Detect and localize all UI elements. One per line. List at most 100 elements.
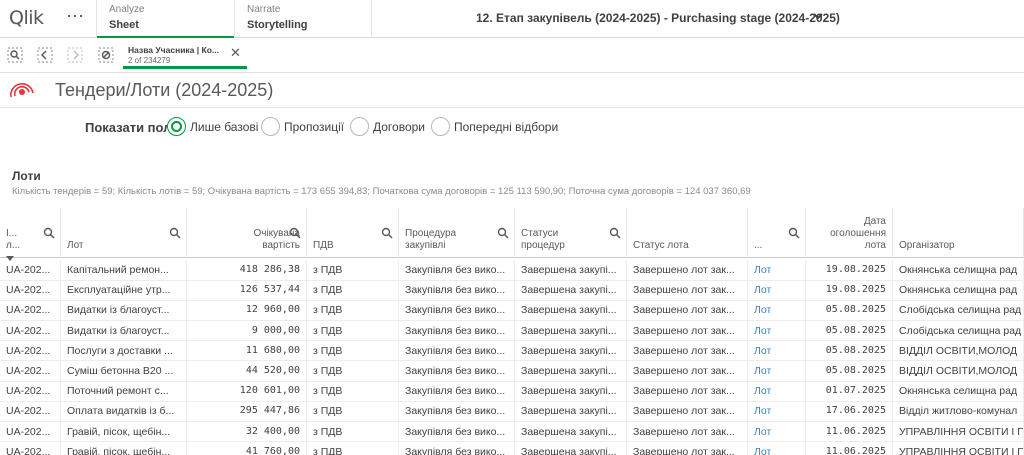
column-header-lot[interactable]: Лот	[61, 208, 187, 258]
cell-expected-value: 120 601,00	[187, 381, 307, 402]
cell-organizer: Слобідська селищна рад	[893, 300, 1024, 321]
cell-vat: з ПДВ	[307, 401, 399, 422]
qlik-logo-text: Qlik	[9, 7, 44, 29]
cell-announcement-date: 05.08.2025	[806, 320, 893, 341]
column-header-label: І... л...	[6, 228, 21, 251]
close-icon[interactable]: ✕	[230, 45, 241, 61]
column-header-lot-status[interactable]: Статус лота	[627, 208, 748, 258]
table-row[interactable]: UA-202... Оплата видатків із б... 295 447,…	[0, 401, 1024, 422]
cell-organizer: Окнянська селищна рад	[893, 260, 1024, 280]
smart-search-icon[interactable]	[7, 47, 23, 63]
table-row[interactable]: UA-202... Експлуатаційне утр... 126 537,44…	[0, 280, 1024, 301]
chevron-down-icon[interactable]	[812, 10, 824, 22]
cell-lot-link[interactable]: Лот	[748, 361, 806, 381]
search-icon[interactable]	[43, 227, 55, 239]
more-dots-icon[interactable]: ⋯	[66, 6, 85, 27]
cell-lot: Експлуатаційне утр...	[61, 280, 187, 301]
cell-procedure: Закупівля без вико...	[399, 381, 515, 402]
cell-procedure: Закупівля без вико...	[399, 280, 515, 301]
cell-procedure-status: Завершена закупі...	[515, 361, 627, 381]
qlik-logo[interactable]: Qlik	[9, 6, 57, 30]
tab-analyze-sheet[interactable]: Analyze Sheet	[96, 0, 235, 39]
cell-lot-link[interactable]: Лот	[748, 441, 806, 455]
cell-tender-id: UA-202...	[0, 401, 61, 422]
table-row[interactable]: UA-202... Гравій, пісок, щебін... 41 760,0…	[0, 441, 1024, 455]
cell-procedure: Закупівля без вико...	[399, 320, 515, 341]
cell-lot-link[interactable]: Лот	[748, 381, 806, 402]
cell-vat: з ПДВ	[307, 361, 399, 381]
table-row[interactable]: UA-202... Суміш бетонна В20 ... 44 520,00 з…	[0, 361, 1024, 382]
cell-procedure-status: Завершена закупі...	[515, 320, 627, 341]
tab-analyze-label: Analyze	[109, 4, 145, 15]
cell-procedure-status: Завершена закупі...	[515, 401, 627, 422]
column-header-procedure[interactable]: Процедура закупівлі	[399, 208, 515, 258]
header-divider	[0, 107, 1024, 108]
search-icon[interactable]	[381, 227, 393, 239]
cell-announcement-date: 19.08.2025	[806, 260, 893, 280]
search-icon[interactable]	[289, 227, 301, 239]
column-header-procedure-status[interactable]: Статуси процедур	[515, 208, 627, 258]
step-forward-icon[interactable]	[67, 47, 83, 63]
radio-circle	[167, 117, 186, 136]
column-header-vat[interactable]: ПДВ	[307, 208, 399, 258]
selection-chip[interactable]: Назва Учасника | Ко... 2 of 234279 ✕	[123, 41, 247, 69]
cell-vat: з ПДВ	[307, 300, 399, 321]
cell-vat: з ПДВ	[307, 381, 399, 402]
lots-table: І... л... Лот Очікувана вартість ПДВ Процедура…	[0, 208, 1024, 455]
selection-bar: Назва Учасника | Ко... 2 of 234279 ✕	[0, 38, 1024, 73]
cell-procedure-status: Завершена закупі...	[515, 280, 627, 301]
cell-organizer: Окнянська селищна рад	[893, 381, 1024, 402]
cell-lot: Видатки із благоуст...	[61, 300, 187, 321]
cell-tender-id: UA-202...	[0, 381, 61, 402]
search-icon[interactable]	[169, 227, 181, 239]
table-row[interactable]: UA-202... Видатки із благоуст... 12 960,00…	[0, 300, 1024, 321]
cell-lot-link[interactable]: Лот	[748, 340, 806, 361]
search-icon[interactable]	[788, 227, 800, 239]
column-header-lot-link[interactable]: ...	[748, 208, 806, 258]
table-row[interactable]: UA-202... Поточний ремонт с... 120 601,00 з…	[0, 381, 1024, 402]
column-header-organizer[interactable]: Організатор	[893, 208, 1024, 258]
tab-narrate-storytelling[interactable]: Narrate Storytelling	[234, 0, 372, 38]
cell-lot-link[interactable]: Лот	[748, 260, 806, 280]
column-header-announcement-date[interactable]: Дата оголошення лота	[806, 208, 893, 258]
table-row[interactable]: UA-202... Послуги з доставки ... 11 680,00…	[0, 340, 1024, 362]
table-row[interactable]: UA-202... Капітальний ремон... 418 286,38 з…	[0, 260, 1024, 281]
cell-expected-value: 126 537,44	[187, 280, 307, 301]
cell-lot: Поточний ремонт с...	[61, 381, 187, 402]
step-back-icon[interactable]	[37, 47, 53, 63]
cell-lot-link[interactable]: Лот	[748, 421, 806, 442]
table-row[interactable]: UA-202... Видатки із благоуст... 9 000,00 з…	[0, 320, 1024, 342]
lots-title: Лоти	[12, 169, 41, 183]
column-header-expected-value[interactable]: Очікувана вартість	[187, 208, 307, 258]
column-header-tender-id[interactable]: І... л...	[0, 208, 61, 258]
table-row[interactable]: UA-202... Гравій, пісок, щебін... 32 400,0…	[0, 421, 1024, 443]
cell-lot-status: Завершено лот зак...	[627, 340, 748, 361]
clear-selections-icon[interactable]	[98, 47, 114, 63]
cell-announcement-date: 11.06.2025	[806, 441, 893, 455]
cell-lot-link[interactable]: Лот	[748, 280, 806, 301]
cell-lot-link[interactable]: Лот	[748, 401, 806, 422]
cell-vat: з ПДВ	[307, 441, 399, 455]
sheet-selector-title[interactable]: 12. Етап закупівель (2024-2025) - Purcha…	[476, 11, 840, 25]
cell-lot: Оплата видатків із б...	[61, 401, 187, 422]
sheet-logo-icon	[10, 83, 34, 98]
cell-tender-id: UA-202...	[0, 421, 61, 442]
cell-lot-link[interactable]: Лот	[748, 300, 806, 321]
radio-circle	[431, 117, 450, 136]
column-header-label: Лот	[67, 240, 84, 251]
search-icon[interactable]	[609, 227, 621, 239]
cell-procedure: Закупівля без вико...	[399, 260, 515, 280]
cell-announcement-date: 01.07.2025	[806, 381, 893, 402]
cell-expected-value: 9 000,00	[187, 320, 307, 341]
tab-storytelling-label: Storytelling	[247, 19, 308, 31]
cell-lot-status: Завершено лот зак...	[627, 320, 748, 341]
cell-procedure: Закупівля без вико...	[399, 340, 515, 361]
search-icon[interactable]	[497, 227, 509, 239]
cell-lot-link[interactable]: Лот	[748, 320, 806, 341]
cell-lot-status: Завершено лот зак...	[627, 441, 748, 455]
cell-tender-id: UA-202...	[0, 320, 61, 341]
cell-vat: з ПДВ	[307, 320, 399, 341]
cell-procedure-status: Завершена закупі...	[515, 381, 627, 402]
cell-expected-value: 41 760,00	[187, 441, 307, 455]
cell-lot: Послуги з доставки ...	[61, 340, 187, 361]
